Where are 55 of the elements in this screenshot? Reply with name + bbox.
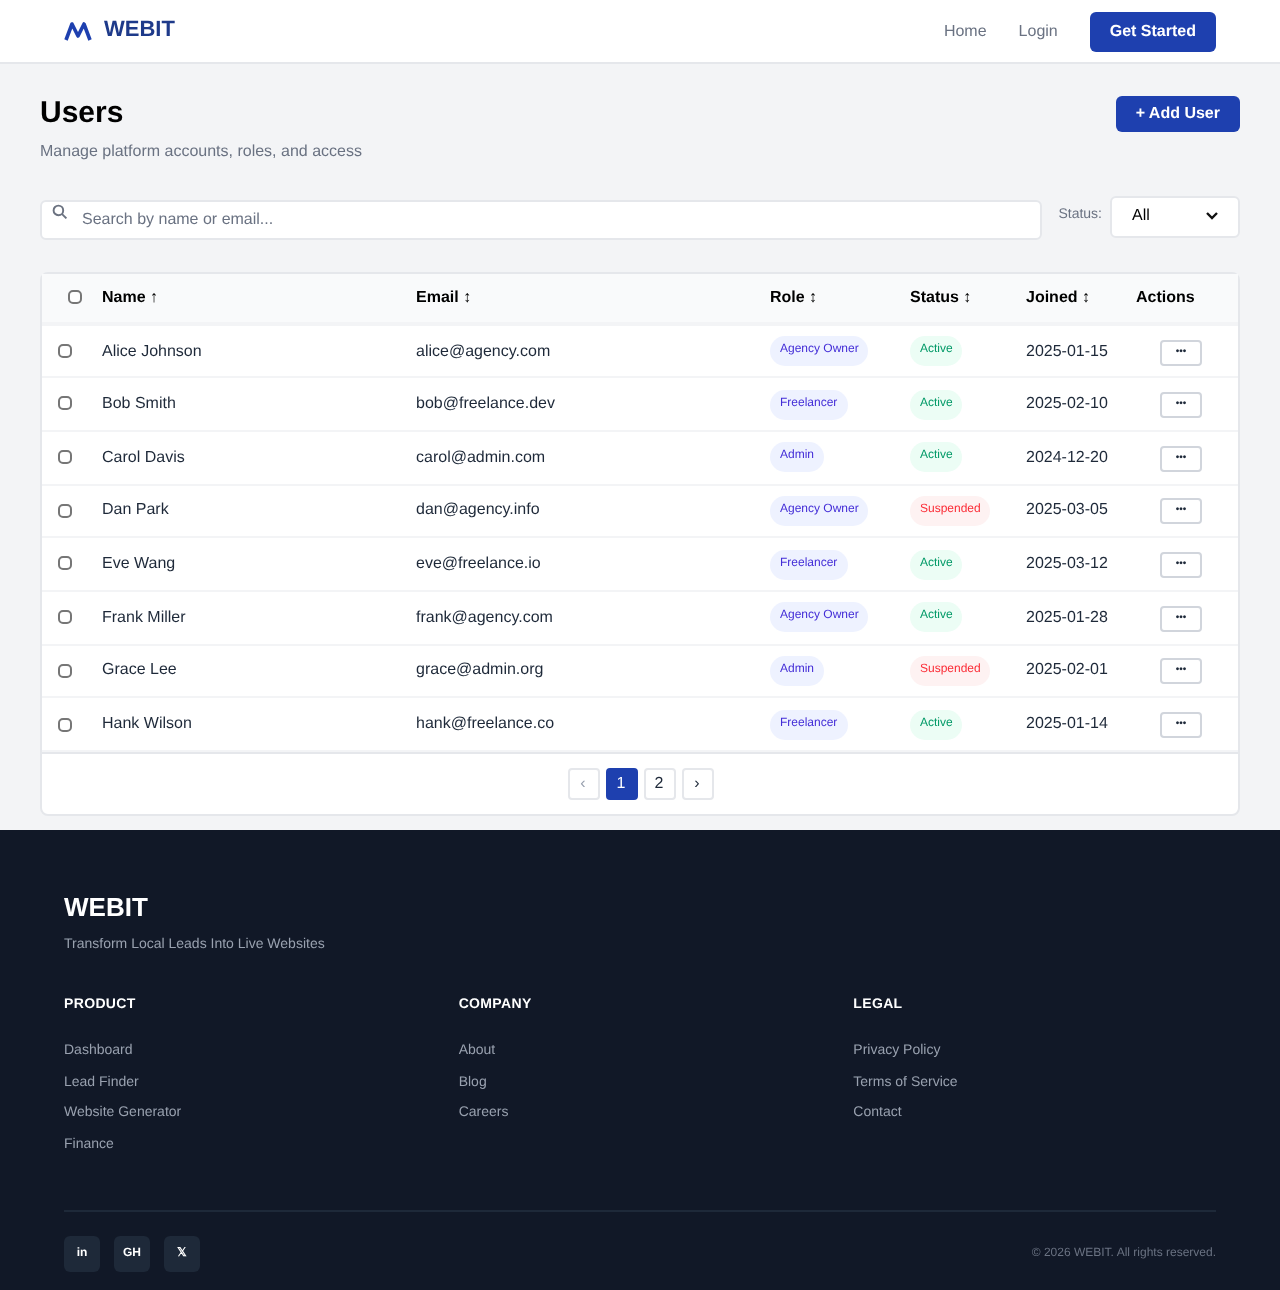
nav-link[interactable]: Login bbox=[1018, 19, 1058, 43]
table-cell: Frank Miller bbox=[102, 607, 186, 626]
table-cell: 2025-03-05 bbox=[1026, 500, 1108, 519]
row-checkbox[interactable] bbox=[58, 503, 72, 518]
search-icon bbox=[52, 204, 68, 220]
row-checkbox[interactable] bbox=[58, 450, 72, 465]
footer-brand: WEBIT bbox=[64, 892, 150, 924]
table-cell: 2024-12-20 bbox=[1026, 447, 1108, 466]
table-cell: bob@freelance.dev bbox=[416, 394, 555, 413]
get-started-button[interactable]: Get Started bbox=[1089, 11, 1216, 51]
table-cell: alice@agency.com bbox=[416, 341, 551, 360]
table-cell: 2025-01-28 bbox=[1026, 607, 1108, 626]
page-button[interactable]: 2 bbox=[643, 768, 675, 800]
column-header[interactable]: Name ↑ bbox=[102, 288, 159, 306]
table-cell: frank@agency.com bbox=[416, 607, 553, 626]
row-checkbox[interactable] bbox=[58, 717, 72, 732]
page-button[interactable]: 1 bbox=[605, 768, 637, 800]
table-cell: 2025-01-15 bbox=[1026, 341, 1108, 360]
table-cell: Carol Davis bbox=[102, 447, 185, 466]
brand-name[interactable]: WEBIT bbox=[104, 14, 175, 48]
table-cell: 2025-02-10 bbox=[1026, 394, 1108, 413]
page-button[interactable]: › bbox=[681, 768, 713, 800]
column-header[interactable]: Email ↕ bbox=[416, 288, 472, 306]
table-cell: Grace Lee bbox=[102, 660, 177, 679]
table-cell: Bob Smith bbox=[102, 394, 176, 413]
row-checkbox[interactable] bbox=[58, 396, 72, 411]
row-checkbox[interactable] bbox=[58, 343, 72, 358]
column-header[interactable]: Status ↕ bbox=[910, 288, 972, 306]
search-field[interactable]: Search by name or email... bbox=[40, 199, 1043, 239]
table-cell: Dan Park bbox=[102, 500, 169, 519]
select-all-checkbox[interactable] bbox=[67, 290, 81, 305]
status-dropdown[interactable]: All bbox=[1110, 195, 1240, 237]
row-checkbox[interactable] bbox=[58, 663, 72, 678]
logo-icon bbox=[64, 21, 92, 41]
add-user-button[interactable]: + Add User bbox=[1115, 96, 1240, 132]
column-header[interactable]: Joined ↕ bbox=[1026, 288, 1091, 306]
table-cell: dan@agency.info bbox=[416, 500, 540, 519]
nav-link[interactable]: Home bbox=[943, 19, 987, 43]
table-cell: Alice Johnson bbox=[102, 341, 202, 360]
table-cell: 2025-03-12 bbox=[1026, 554, 1108, 573]
table-cell: 2025-01-14 bbox=[1026, 714, 1108, 733]
table-cell: 2025-02-01 bbox=[1026, 660, 1108, 679]
chevron-down-icon bbox=[1206, 212, 1218, 220]
table-cell: grace@admin.org bbox=[416, 660, 544, 679]
row-checkbox[interactable] bbox=[58, 610, 72, 625]
column-header[interactable]: Actions bbox=[1136, 288, 1195, 306]
table-cell: Hank Wilson bbox=[102, 714, 192, 733]
page-title: Users bbox=[40, 94, 126, 134]
table-cell: Eve Wang bbox=[102, 554, 176, 573]
column-header[interactable]: Role ↕ bbox=[770, 288, 818, 306]
row-checkbox[interactable] bbox=[58, 556, 72, 571]
table-cell: carol@admin.com bbox=[416, 447, 546, 466]
table-cell: hank@freelance.co bbox=[416, 714, 555, 733]
table-cell: eve@freelance.io bbox=[416, 554, 541, 573]
page-subtitle: Manage platform accounts, roles, and access bbox=[40, 140, 364, 164]
